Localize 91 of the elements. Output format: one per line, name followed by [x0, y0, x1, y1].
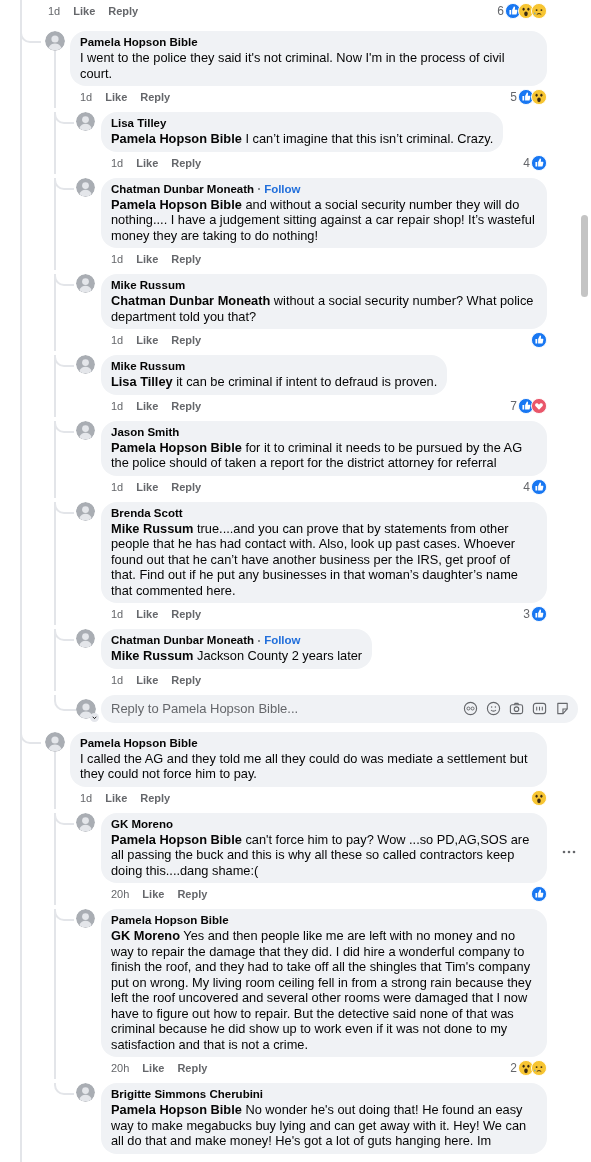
like-link[interactable]: Like — [136, 399, 159, 412]
avatar[interactable] — [45, 731, 65, 752]
avatar[interactable] — [76, 112, 95, 131]
reply-link[interactable]: Reply — [171, 480, 202, 493]
reply-link[interactable]: Reply — [171, 334, 202, 346]
author-name[interactable]: GK Moreno — [111, 817, 173, 831]
author-name[interactable]: Jason Smith — [111, 425, 180, 439]
comment-text: Lisa Tilley it can be criminal if intent to defraud is proven. — [111, 374, 438, 390]
reply-link[interactable]: Reply — [177, 888, 208, 900]
comment-text: Pamela Hopson Bible No wonder he's out doing that! He found an easy way to make megabucks buy lying and can get away with it. Hey! We can all do that and make money! He's got a lot of guts hanging here. Im — [111, 1102, 528, 1149]
like-link[interactable]: Like — [136, 480, 159, 493]
avatar[interactable] — [76, 420, 95, 440]
like-link[interactable]: Like — [73, 5, 96, 17]
timestamp[interactable]: 1d — [111, 673, 124, 686]
avatar[interactable] — [76, 501, 95, 521]
comment-text: Pamela Hopson Bible I can’t imagine that this isn’t criminal. Crazy. — [111, 131, 494, 147]
avatar[interactable] — [76, 177, 95, 197]
scrollbar-thumb[interactable] — [581, 215, 588, 297]
author-name[interactable]: Brenda Scott — [111, 506, 183, 520]
comment-text: Pamela Hopson Bible and without a social security number they will do nothing.... I have a judgement sitting against a car repair shop! It’s wasteful money they are taking to do nothing! — [111, 196, 536, 243]
author-name[interactable]: Chatman Dunbar Moneath — [111, 634, 255, 647]
reply-link[interactable]: Reply — [140, 791, 171, 804]
avatar-face-icon[interactable] — [463, 700, 478, 716]
timestamp[interactable]: 1d — [111, 253, 124, 265]
timestamp[interactable]: 1d — [111, 334, 124, 346]
avatar[interactable] — [45, 31, 65, 51]
reaction-count[interactable]: 4 — [523, 155, 530, 170]
reaction-count[interactable]: 2 — [510, 1061, 517, 1075]
timestamp[interactable]: 1d — [111, 156, 124, 169]
card-icon[interactable] — [532, 700, 547, 716]
avatar[interactable] — [76, 629, 95, 648]
reply-link[interactable]: Reply — [171, 253, 202, 265]
camera-icon[interactable] — [509, 700, 524, 716]
like-link[interactable]: Like — [136, 156, 159, 169]
reaction-count[interactable]: 4 — [523, 479, 530, 494]
chevron-icon[interactable] — [90, 712, 99, 722]
comment-text: Pamela Hopson Bible for it to criminal it needs to be pursued by the AG the police should of taken a report for the district attorney for referral — [111, 439, 524, 471]
reply-link[interactable]: Reply — [140, 91, 171, 103]
avatar[interactable] — [76, 274, 95, 293]
author-name[interactable]: Lisa Tilley — [111, 117, 167, 130]
author-name[interactable]: Pamela Hopson Bible — [111, 914, 229, 927]
timestamp[interactable]: 1d — [111, 399, 124, 412]
timestamp[interactable]: 20h — [111, 888, 130, 900]
sticker-icon[interactable] — [555, 700, 570, 716]
comment-text: GK Moreno Yes and then people like me are left with no money and no way to repair the damage that they did. I did hire a wonderful company to finish the roof, and they had to take off all the shingles that Tim's company put on wrong. My living room ceiling fell in from a strong rain because they left the roof uncovered and several other rooms were damaged that I now have to figure out how to repair. But the detective said none of that was criminal because he did show up to work even if it was not done to my satisfaction and that is not a crime. — [111, 928, 533, 1052]
reply-field[interactable]: Reply to Pamela Hopson Bible... — [101, 694, 578, 723]
comment-text: I went to the police they said it's not criminal. Now I'm in the process of civil court. — [80, 50, 506, 81]
timestamp[interactable]: 20h — [111, 1062, 130, 1074]
reaction-count[interactable]: 7 — [510, 398, 517, 413]
reaction-count[interactable]: 6 — [497, 4, 504, 18]
author-name[interactable]: Mike Russum — [111, 360, 186, 373]
like-link[interactable]: Like — [136, 334, 159, 346]
reaction-count[interactable]: 3 — [523, 607, 530, 621]
follow-link[interactable]: Follow — [264, 182, 301, 196]
emoji-icon[interactable] — [486, 700, 501, 716]
comment-text: Pamela Hopson Bible can't force him to pay? Wow ...so PD,AG,SOS are all passing the buck and this is why all these so called contractors keep doing this....dang shame:( — [111, 831, 531, 878]
reply-link[interactable]: Reply — [171, 673, 202, 686]
author-name[interactable]: Brigitte Simmons Cherubini — [111, 1088, 264, 1101]
like-link[interactable]: Like — [136, 608, 159, 620]
comment-text: Chatman Dunbar Moneath without a social security number? What police department told you that? — [111, 293, 535, 324]
avatar[interactable] — [76, 355, 95, 374]
reply-link[interactable]: Reply — [177, 1062, 208, 1074]
reply-link[interactable]: Reply — [108, 5, 139, 17]
author-name[interactable]: Pamela Hopson Bible — [80, 736, 198, 750]
avatar[interactable] — [76, 909, 95, 928]
like-link[interactable]: Like — [136, 253, 159, 265]
timestamp[interactable]: 1d — [80, 791, 93, 804]
thread-connector — [54, 1083, 74, 1095]
timestamp[interactable]: 1d — [111, 480, 124, 493]
follow-link[interactable]: Follow — [264, 634, 301, 647]
like-link[interactable]: Like — [136, 673, 159, 686]
comment-text: Mike Russum Jackson County 2 years later — [111, 648, 363, 664]
reply-link[interactable]: Reply — [171, 156, 202, 169]
timestamp[interactable]: 1d — [48, 5, 61, 17]
reply-link[interactable]: Reply — [171, 608, 202, 620]
like-link[interactable]: Like — [105, 791, 128, 804]
avatar[interactable] — [76, 812, 95, 832]
comment-text: I called the AG and they told me all they could do was mediate a settlement but they could not force him to pay. — [80, 750, 529, 782]
avatar[interactable] — [76, 1083, 95, 1102]
like-link[interactable]: Like — [105, 91, 128, 103]
comment-text: Mike Russum true....and you can prove that by statements from other people that he has had contact with. Also, look up past cases. Whoever found out that he can’t have another business per the IRS, get proof of that. Find out if he put any businesses in that woman’s daughter’s name that commented here. — [111, 520, 519, 598]
like-link[interactable]: Like — [142, 1062, 165, 1074]
author-name[interactable]: Chatman Dunbar Moneath — [111, 182, 255, 196]
like-link[interactable]: Like — [142, 888, 165, 900]
timestamp[interactable]: 1d — [80, 91, 93, 103]
author-name[interactable]: Pamela Hopson Bible — [80, 36, 198, 49]
timestamp[interactable]: 1d — [111, 608, 124, 620]
author-name[interactable]: Mike Russum — [111, 279, 186, 292]
more-options-icon[interactable] — [562, 849, 576, 854]
reply-link[interactable]: Reply — [171, 399, 202, 412]
reaction-count[interactable]: 5 — [510, 90, 517, 104]
